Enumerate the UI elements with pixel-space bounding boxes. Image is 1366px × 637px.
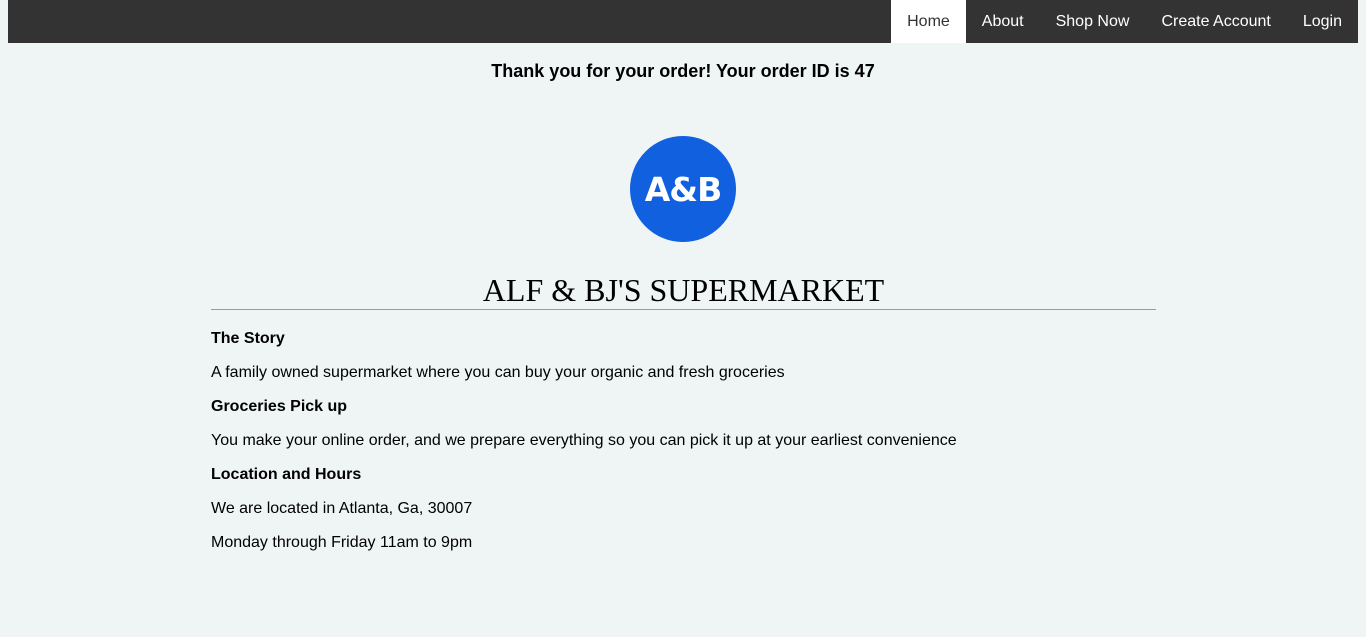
- nav-shop-now-link[interactable]: Shop Now: [1040, 0, 1146, 43]
- hours-text: Monday through Friday 11am to 9pm: [211, 534, 473, 551]
- nav-about-link[interactable]: About: [966, 0, 1040, 43]
- story-text: A family owned supermarket where you can…: [211, 364, 785, 381]
- store-logo: A&B: [630, 136, 736, 242]
- store-title: ALF & BJ'S SUPERMARKET: [482, 272, 885, 308]
- story-heading: The Story: [211, 330, 285, 347]
- logo-text: A&B: [644, 169, 722, 209]
- nav-home-link[interactable]: Home: [891, 0, 966, 43]
- nav-create-account-link[interactable]: Create Account: [1145, 0, 1286, 43]
- order-confirmation-message: Thank you for your order! Your order ID …: [491, 61, 875, 81]
- location-heading: Location and Hours: [211, 466, 362, 483]
- top-navbar: Home About Shop Now Create Account Login: [8, 0, 1358, 43]
- location-text: We are located in Atlanta, Ga, 30007: [211, 500, 473, 517]
- title-divider: [211, 309, 1156, 310]
- about-section: The Story A family owned supermarket whe…: [211, 329, 1156, 567]
- pickup-heading: Groceries Pick up: [211, 398, 348, 415]
- pickup-text: You make your online order, and we prepa…: [211, 432, 957, 449]
- nav-login-link[interactable]: Login: [1287, 0, 1358, 43]
